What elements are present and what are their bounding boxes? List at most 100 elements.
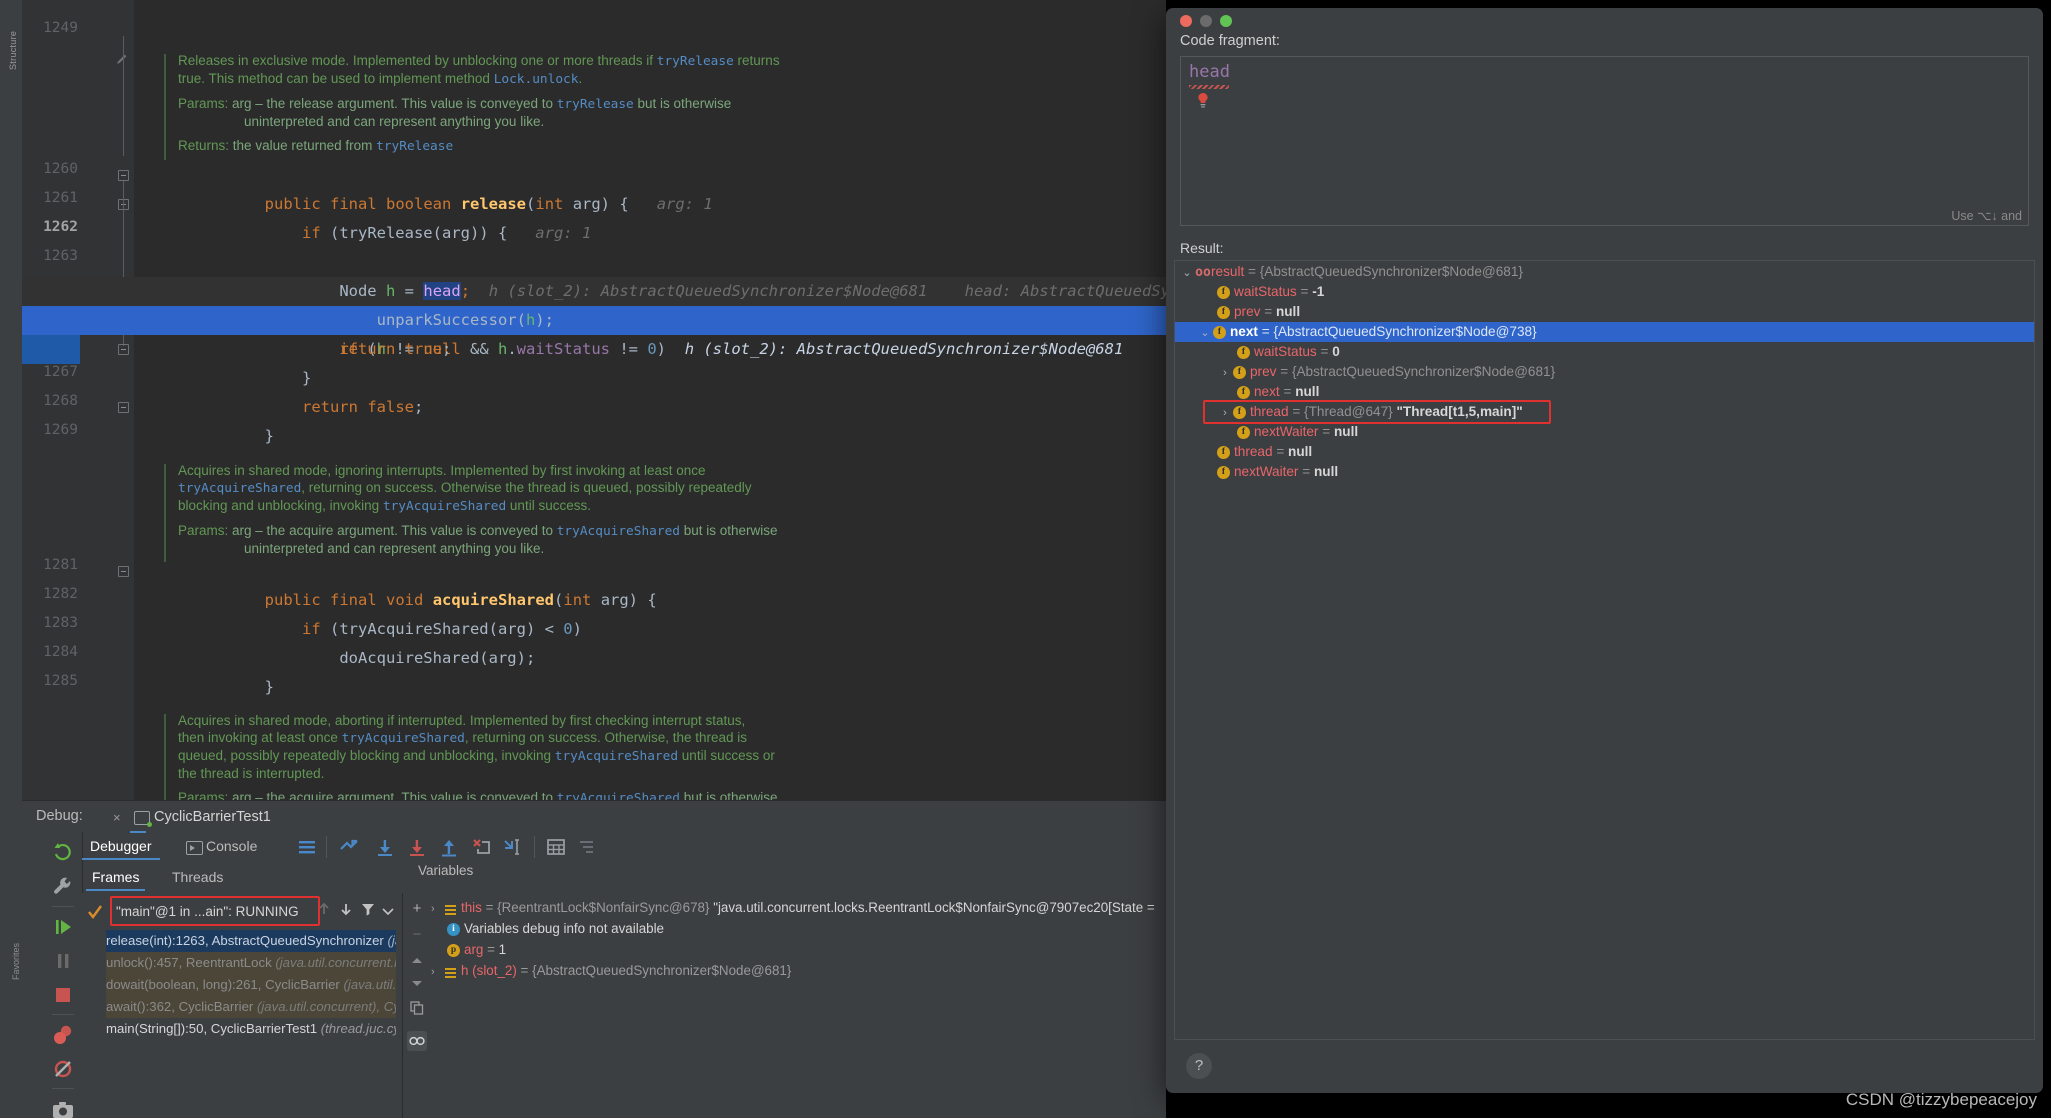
debugger-tab-bar[interactable]: Debugger Console: [82, 832, 1166, 862]
result-tree-row-selected[interactable]: ⌄ f next = {AbstractQueuedSynchronizer$Nod…: [1175, 322, 2034, 342]
variables-rows[interactable]: › this = {ReentrantLock$NonfairSync@678} …: [431, 897, 1166, 1118]
step-over-icon[interactable]: [374, 837, 396, 862]
stop-program-icon[interactable]: [44, 978, 82, 1012]
result-tree-row[interactable]: › f prev = {AbstractQueuedSynchronizer$Nod…: [1175, 362, 2034, 382]
filter-icon[interactable]: [360, 901, 376, 922]
code-fragment-input[interactable]: head Use ⌥↓ and: [1180, 56, 2029, 226]
result-tree-row[interactable]: f nextWaiter = null: [1175, 462, 2034, 482]
frame-row[interactable]: dowait(boolean, long):261, CyclicBarrier…: [106, 974, 396, 996]
left-tool-strip[interactable]: Structure Favorites: [0, 0, 22, 1118]
chevron-right-icon[interactable]: ›: [431, 962, 444, 983]
frame-row[interactable]: unlock():457, ReentrantLock (java.util.c…: [106, 952, 396, 974]
remove-watch-icon[interactable]: −: [407, 925, 427, 945]
chevron-down-icon[interactable]: [382, 904, 394, 922]
tab-console[interactable]: Console: [182, 834, 265, 860]
result-tree-row[interactable]: ⌄ ooresult = {AbstractQueuedSynchronizer$…: [1175, 262, 2034, 282]
code-line-1264[interactable]: unparkSuccessor(h);: [134, 277, 1166, 329]
evaluate-expression-dialog[interactable]: Code fragment: head Use ⌥↓ and Result: ⌄…: [1166, 8, 2043, 1093]
variables-toolbar[interactable]: + −: [403, 893, 429, 1118]
step-into-icon[interactable]: [406, 837, 428, 862]
evaluate-expression-icon[interactable]: [546, 837, 566, 862]
move-up-icon[interactable]: [316, 901, 332, 922]
camera-screenshot-icon[interactable]: [44, 1094, 82, 1118]
tab-threads[interactable]: Threads: [166, 866, 229, 889]
frames-threads-tab-bar[interactable]: Frames Threads: [82, 862, 392, 893]
structure-tool-label[interactable]: Structure: [8, 0, 18, 70]
maximize-window-button[interactable]: [1220, 15, 1232, 27]
intention-bulb-icon[interactable]: [1197, 92, 1209, 108]
code-editor[interactable]: 1249 1260 1261 1262 1263 1264 1265 1266 …: [22, 0, 1166, 812]
code-line-1281[interactable]: public final void acquireShared(int arg)…: [134, 557, 1166, 609]
result-tree[interactable]: ⌄ ooresult = {AbstractQueuedSynchronizer$…: [1174, 260, 2035, 1040]
step-out-icon[interactable]: [438, 837, 460, 862]
fold-marker-icon[interactable]: [118, 344, 129, 355]
layout-settings-icon[interactable]: [297, 838, 317, 861]
add-watch-icon[interactable]: +: [407, 899, 427, 919]
help-button[interactable]: ?: [1186, 1053, 1212, 1079]
frame-row[interactable]: await():362, CyclicBarrier (java.util.co…: [106, 996, 396, 1018]
result-tree-row[interactable]: f thread = null: [1175, 442, 2034, 462]
code-line-1261[interactable]: if (tryRelease(arg)) { arg: 1: [134, 190, 1166, 242]
rerun-icon[interactable]: [44, 834, 82, 868]
code-line-1263-executing[interactable]: if (h != null && h.waitStatus != 0) h (s…: [22, 248, 1166, 364]
chevron-down-icon[interactable]: ⌄: [1179, 263, 1195, 283]
variables-pane[interactable]: + − › this = {ReentrantLock$NonfairSync@…: [403, 893, 1166, 1118]
chevron-right-icon[interactable]: ›: [431, 899, 444, 920]
settings-list-icon[interactable]: [576, 837, 596, 862]
frame-row[interactable]: release(int):1263, AbstractQueuedSynchro…: [106, 930, 396, 952]
run-configuration-tab[interactable]: CyclicBarrierTest1: [130, 805, 271, 833]
frame-row[interactable]: main(String[]):50, CyclicBarrierTest1 (t…: [106, 1018, 396, 1040]
chevron-right-icon[interactable]: ›: [1217, 363, 1233, 383]
code-line-1268[interactable]: }: [134, 393, 1166, 445]
code-fragment-text[interactable]: head: [1189, 62, 1230, 82]
close-window-button[interactable]: [1180, 15, 1192, 27]
view-breakpoints-icon[interactable]: [44, 1018, 82, 1052]
frames-pane[interactable]: "main"@1 in ...ain": RUNNING release(int…: [82, 893, 402, 1118]
tab-debugger[interactable]: Debugger: [82, 834, 160, 860]
debug-actions-strip[interactable]: [44, 832, 83, 1118]
code-line-1262[interactable]: Node h = head; h (slot_2): AbstractQueue…: [22, 219, 1166, 306]
frames-controls[interactable]: [314, 893, 402, 923]
close-icon[interactable]: ×: [113, 810, 121, 825]
code-line-1284[interactable]: }: [134, 644, 1166, 696]
thread-selector[interactable]: "main"@1 in ...ain": RUNNING: [116, 899, 311, 924]
evaluate-expression-button[interactable]: [407, 1031, 427, 1051]
code-line-1260[interactable]: public final boolean release(int arg) { …: [134, 161, 1166, 213]
result-tree-row[interactable]: f waitStatus = 0: [1175, 342, 2034, 362]
show-execution-point-icon[interactable]: [338, 837, 360, 862]
resume-program-icon[interactable]: [44, 910, 82, 944]
code-line-1266[interactable]: }: [134, 335, 1166, 387]
chevron-down-icon[interactable]: ⌄: [1197, 323, 1213, 343]
copy-icon[interactable]: [407, 1001, 427, 1021]
minimize-window-button[interactable]: [1200, 15, 1212, 27]
code-text-area[interactable]: Releases in exclusive mode. Implemented …: [22, 0, 1166, 812]
move-down-icon[interactable]: [407, 975, 427, 995]
result-tree-row[interactable]: f prev = null: [1175, 302, 2034, 322]
variable-row-this[interactable]: › this = {ReentrantLock$NonfairSync@678} …: [431, 897, 1166, 918]
settings-wrench-icon[interactable]: [44, 870, 82, 904]
mute-breakpoints-icon[interactable]: [44, 1052, 82, 1086]
result-tree-row[interactable]: f nextWaiter = null: [1175, 422, 2034, 442]
edit-pencil-icon[interactable]: [115, 52, 129, 66]
result-tree-row[interactable]: f waitStatus = -1: [1175, 282, 2034, 302]
move-up-icon[interactable]: [407, 951, 427, 971]
code-line-1265[interactable]: return true;: [134, 306, 1166, 358]
editor-gutter[interactable]: 1249 1260 1261 1262 1263 1264 1265 1266 …: [22, 0, 134, 800]
code-line-1267[interactable]: return false;: [134, 364, 1166, 416]
fold-marker-icon[interactable]: [118, 170, 129, 181]
result-tree-row-thread[interactable]: › f thread = {Thread@647} "Thread[t1,5,mai…: [1175, 402, 2034, 422]
chevron-right-icon[interactable]: ›: [1217, 403, 1233, 423]
fold-marker-icon[interactable]: [118, 402, 129, 413]
move-down-icon[interactable]: [338, 901, 354, 922]
run-to-cursor-icon[interactable]: [502, 837, 524, 862]
result-tree-row[interactable]: f next = null: [1175, 382, 2034, 402]
fold-marker-icon[interactable]: [118, 566, 129, 577]
variable-row-h[interactable]: › h (slot_2) = {AbstractQueuedSynchronize…: [431, 960, 1166, 981]
variable-row-arg[interactable]: p arg = 1: [447, 939, 1166, 960]
force-step-into-icon[interactable]: [470, 837, 492, 862]
code-line-1282[interactable]: if (tryAcquireShared(arg) < 0): [134, 586, 1166, 638]
pause-program-icon[interactable]: [44, 944, 82, 978]
favorites-tool-label[interactable]: Favorites: [11, 900, 21, 980]
tab-frames[interactable]: Frames: [86, 866, 146, 891]
code-line-1283[interactable]: doAcquireShared(arg);: [134, 615, 1166, 667]
